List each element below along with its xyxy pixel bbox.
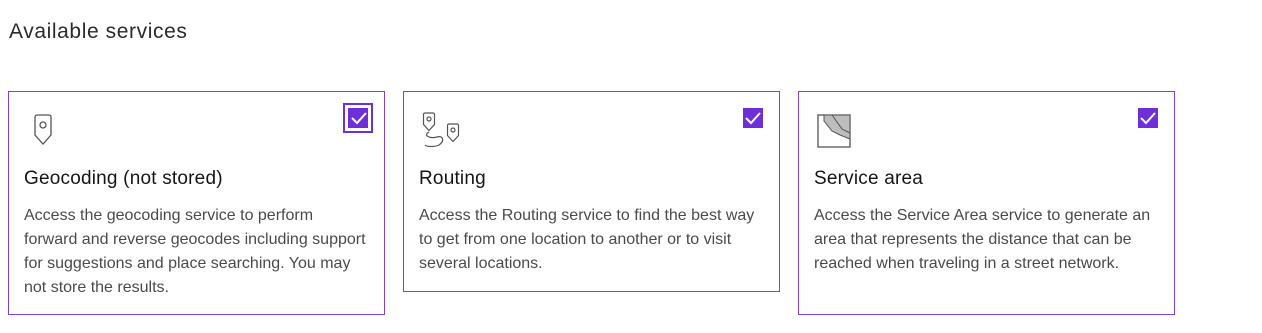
service-area-icon: [814, 109, 854, 149]
card-title: Routing: [419, 168, 486, 189]
section-title: Available services: [9, 20, 188, 43]
card-description: Access the Routing service to find the b…: [419, 207, 755, 272]
routing-checkbox[interactable]: [743, 108, 763, 128]
card-description: Access the geocoding service to perform …: [24, 207, 366, 296]
geocoding-checkbox[interactable]: [343, 103, 373, 133]
card-title: Service area: [814, 168, 924, 189]
card-title: Geocoding (not stored): [24, 168, 223, 189]
service-card-routing[interactable]: Routing Access the Routing service to fi…: [403, 91, 780, 292]
location-pin-icon: [24, 109, 64, 149]
service-area-checkbox[interactable]: [1138, 108, 1158, 128]
service-card-service-area[interactable]: Service area Access the Service Area ser…: [798, 91, 1175, 315]
service-card-geocoding[interactable]: Geocoding (not stored) Access the geocod…: [8, 91, 385, 315]
route-icon: [419, 109, 460, 149]
card-description: Access the Service Area service to gener…: [814, 207, 1151, 272]
